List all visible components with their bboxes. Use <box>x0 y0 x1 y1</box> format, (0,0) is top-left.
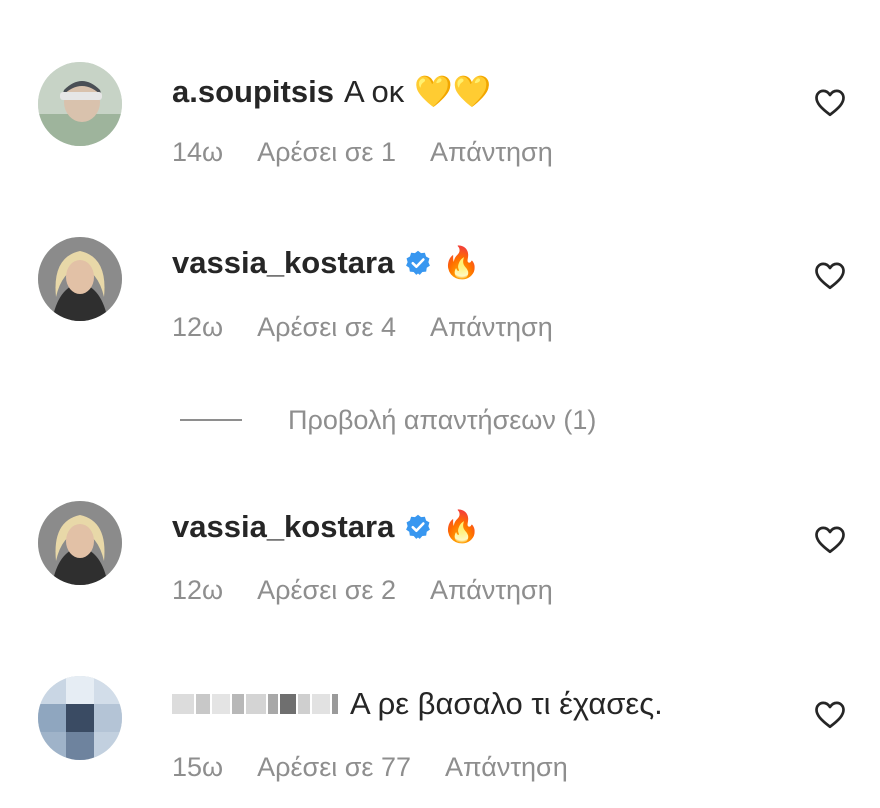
reply-button[interactable]: Απάντηση <box>430 575 553 605</box>
avatar[interactable] <box>38 676 122 760</box>
view-replies-label: Προβολή απαντήσεων (1) <box>288 404 597 435</box>
heart-outline-icon[interactable] <box>812 696 848 732</box>
comment-text: Α οκ <box>343 74 405 109</box>
verified-badge-icon <box>406 250 431 275</box>
comment-item: vassia_kostara 🔥 12ω Αρέσει σε 2 Απάντησ… <box>0 497 880 617</box>
likes-count[interactable]: Αρέσει σε 77 <box>257 752 411 782</box>
heart-outline-icon[interactable] <box>812 521 848 557</box>
comment-time[interactable]: 12ω <box>172 575 223 605</box>
comment-meta: 12ω Αρέσει σε 4 Απάντηση <box>172 310 581 344</box>
comment-time[interactable]: 15ω <box>172 752 223 782</box>
heart-outline-icon[interactable] <box>812 84 848 120</box>
view-replies-button[interactable]: Προβολή απαντήσεων (1) <box>180 402 596 438</box>
divider <box>180 419 242 421</box>
avatar[interactable] <box>38 62 122 146</box>
comment-item: vassia_kostara 🔥 12ω Αρέσει σε 4 Απάντησ… <box>0 233 880 353</box>
comment-meta: 14ω Αρέσει σε 1 Απάντηση <box>172 135 581 169</box>
comment-emoji: 🔥 <box>442 245 481 280</box>
comment-time[interactable]: 14ω <box>172 137 223 167</box>
username[interactable]: vassia_kostara <box>172 243 394 283</box>
username[interactable]: a.soupitsis <box>172 72 334 112</box>
avatar[interactable] <box>38 237 122 321</box>
username[interactable]: vassia_kostara <box>172 507 394 547</box>
comment-item: a.soupitsis Α οκ 💛💛 14ω Αρέσει σε 1 Απάν… <box>0 58 880 178</box>
likes-count[interactable]: Αρέσει σε 1 <box>257 137 396 167</box>
comment-time[interactable]: 12ω <box>172 312 223 342</box>
avatar[interactable] <box>38 501 122 585</box>
comment-meta: 15ω Αρέσει σε 77 Απάντηση <box>172 750 596 784</box>
comment-header: vassia_kostara 🔥 <box>172 507 481 547</box>
blurred-username <box>172 694 340 714</box>
comment-emoji: 💛💛 <box>414 74 492 109</box>
comment-header: a.soupitsis Α οκ 💛💛 <box>172 72 491 112</box>
verified-badge-icon <box>406 514 431 539</box>
comment-header: vassia_kostara 🔥 <box>172 243 481 283</box>
comment-item: Α ρε βασαλο τι έχασες. 15ω Αρέσει σε 77 … <box>0 672 880 792</box>
comment-header: Α ρε βασαλο τι έχασες. <box>172 684 663 724</box>
reply-button[interactable]: Απάντηση <box>445 752 568 782</box>
likes-count[interactable]: Αρέσει σε 4 <box>257 312 396 342</box>
reply-button[interactable]: Απάντηση <box>430 312 553 342</box>
reply-button[interactable]: Απάντηση <box>430 137 553 167</box>
comment-meta: 12ω Αρέσει σε 2 Απάντηση <box>172 573 581 607</box>
heart-outline-icon[interactable] <box>812 257 848 293</box>
likes-count[interactable]: Αρέσει σε 2 <box>257 575 396 605</box>
comment-text: Α ρε βασαλο τι έχασες. <box>350 686 663 721</box>
comment-emoji: 🔥 <box>442 509 481 544</box>
